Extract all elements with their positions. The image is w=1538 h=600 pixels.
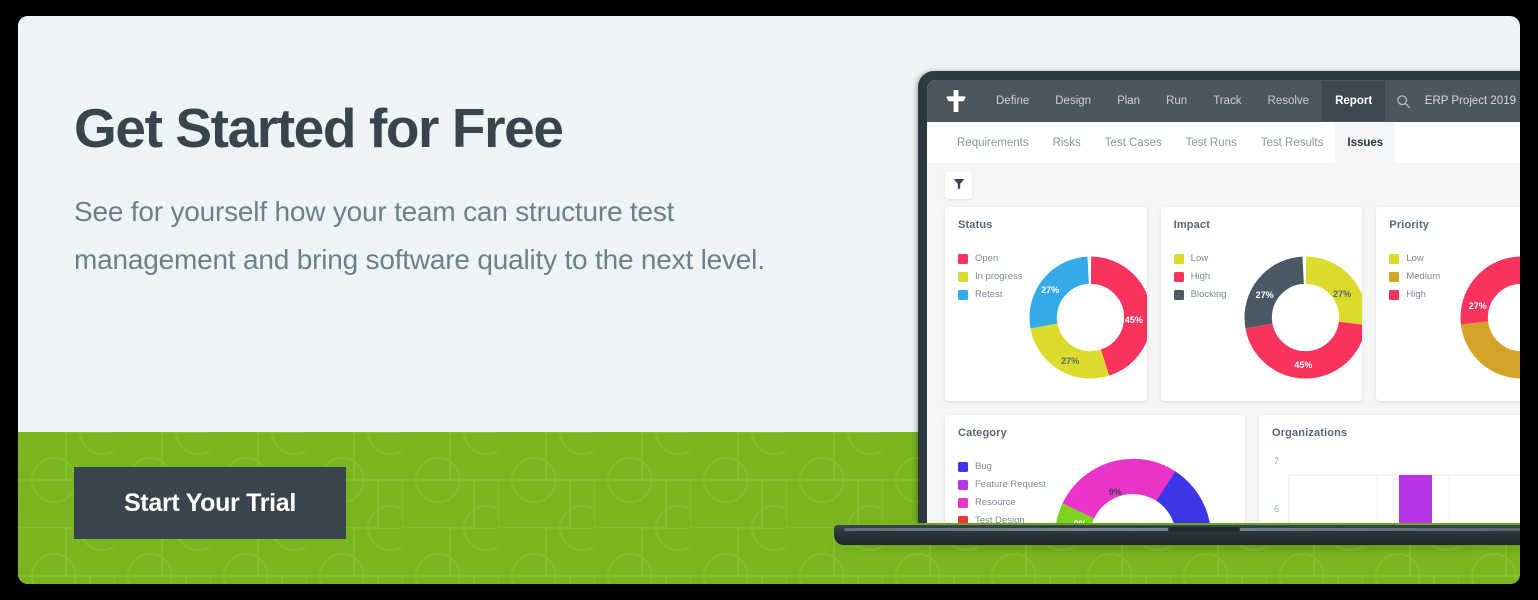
legend-swatch xyxy=(958,515,968,523)
legend-impact: Low High Blocking xyxy=(1161,239,1227,401)
legend-item: Open xyxy=(958,253,1023,264)
donut-chart-priority: 18% 55% 27% xyxy=(1459,255,1520,380)
laptop-mockup: Define Design Plan Run Track Resolve Rep… xyxy=(830,71,1520,571)
project-name-label[interactable]: ERP Project 2019 xyxy=(1425,95,1516,107)
legend-swatch xyxy=(958,461,968,472)
legend-priority: Low Medium High xyxy=(1376,239,1440,401)
subnav-item-risks[interactable]: Risks xyxy=(1041,122,1093,163)
filter-button[interactable] xyxy=(945,171,972,199)
legend-item: Retest xyxy=(958,289,1023,300)
legend-swatch xyxy=(1173,253,1184,264)
app-screen: Define Design Plan Run Track Resolve Rep… xyxy=(927,80,1520,523)
topnav-links: Define Design Plan Run Track Resolve Rep… xyxy=(983,81,1386,121)
topnav-right-group: ERP Project 2019 xyxy=(1396,80,1520,122)
topnav-item-track[interactable]: Track xyxy=(1200,82,1254,120)
legend-swatch xyxy=(1389,289,1400,300)
legend-swatch xyxy=(1173,289,1184,300)
card-title-status: Status xyxy=(958,219,993,231)
legend-item: Bug xyxy=(958,461,1046,472)
laptop-base xyxy=(834,525,1520,545)
y-tick-label: 6 xyxy=(1273,504,1279,514)
start-trial-button[interactable]: Start Your Trial xyxy=(74,467,346,539)
card-title-impact: Impact xyxy=(1173,219,1211,231)
topnav-item-define[interactable]: Define xyxy=(983,82,1042,120)
donut-chart-status: 45% 27% 27% xyxy=(1028,255,1147,380)
page-title: Get Started for Free xyxy=(74,97,564,159)
legend-label: Bug xyxy=(975,461,992,472)
donut-chart-category: 9% 9% xyxy=(1053,457,1213,523)
laptop-base-notch xyxy=(1168,527,1240,532)
legend-item: Resource xyxy=(958,497,1046,508)
legend-item: Blocking xyxy=(1173,289,1227,300)
legend-label: Blocking xyxy=(1190,289,1227,300)
legend-label: Retest xyxy=(975,289,1003,300)
bar-chart-organizations: 7 6 5 xyxy=(1259,447,1520,523)
legend-item: Test Design xyxy=(958,515,1046,523)
legend-label: Open xyxy=(975,253,999,264)
legend-item: Low xyxy=(1173,253,1227,264)
hero-subtitle: See for yourself how your team can struc… xyxy=(74,195,765,276)
legend-label: Test Design xyxy=(975,515,1025,523)
chart-cards-row-2: Category Bug Feature Request Resource Te… xyxy=(927,415,1520,523)
legend-label: Feature Request xyxy=(975,479,1046,490)
legend-item: Medium xyxy=(1389,271,1440,282)
card-status: Status Open In progress Retest 45% 27% 2… xyxy=(945,207,1147,401)
legend-status: Open In progress Retest xyxy=(945,239,1023,401)
subnav-item-test-cases[interactable]: Test Cases xyxy=(1093,122,1174,163)
legend-item: High xyxy=(1389,289,1440,300)
topnav-item-resolve[interactable]: Resolve xyxy=(1255,82,1323,120)
subnav-item-requirements[interactable]: Requirements xyxy=(945,122,1041,163)
filter-icon xyxy=(953,178,965,193)
chart-cards-row-1: Status Open In progress Retest 45% 27% 2… xyxy=(927,207,1520,401)
legend-swatch xyxy=(958,289,968,300)
legend-label: Low xyxy=(1406,253,1424,264)
legend-category: Bug Feature Request Resource Test Design xyxy=(945,447,1046,523)
subnav-item-test-results[interactable]: Test Results xyxy=(1249,122,1336,163)
y-tick-label: 7 xyxy=(1273,456,1279,466)
legend-swatch xyxy=(1389,253,1400,264)
promo-banner: Get Started for Free See for yourself ho… xyxy=(18,16,1520,584)
app-topnav: Define Design Plan Run Track Resolve Rep… xyxy=(927,80,1520,122)
legend-item: Feature Request xyxy=(958,479,1046,490)
legend-label: Medium xyxy=(1406,271,1441,282)
card-title-organizations: Organizations xyxy=(1272,427,1348,439)
legend-swatch xyxy=(958,497,968,508)
topnav-item-report[interactable]: Report xyxy=(1322,81,1386,121)
legend-label: High xyxy=(1190,271,1211,282)
plus-logo-icon[interactable] xyxy=(933,90,979,112)
card-title-category: Category xyxy=(958,427,1007,439)
topnav-item-plan[interactable]: Plan xyxy=(1104,82,1153,120)
laptop-screen-bezel: Define Design Plan Run Track Resolve Rep… xyxy=(918,71,1520,523)
subnav-item-issues[interactable]: Issues xyxy=(1335,122,1396,163)
legend-swatch xyxy=(958,271,968,282)
search-icon[interactable] xyxy=(1396,94,1411,109)
bar-chart-svg xyxy=(1288,474,1520,523)
topnav-item-run[interactable]: Run xyxy=(1153,82,1200,120)
hero-copy: Get Started for Free See for yourself ho… xyxy=(74,97,874,285)
card-organizations: Organizations 7 6 xyxy=(1259,415,1520,523)
legend-item: High xyxy=(1173,271,1227,282)
card-priority: Priority Low Medium High 27% xyxy=(1376,207,1520,401)
legend-swatch xyxy=(1389,271,1400,282)
legend-label: Resource xyxy=(975,497,1016,508)
legend-label: Low xyxy=(1190,253,1209,264)
legend-swatch xyxy=(958,253,968,264)
app-subnav: Requirements Risks Test Cases Test Runs … xyxy=(927,122,1520,163)
legend-label: High xyxy=(1406,289,1426,300)
topnav-item-design[interactable]: Design xyxy=(1042,82,1104,120)
donut-chart-impact: 27% 45% 27% xyxy=(1243,255,1363,380)
legend-label: In progress xyxy=(975,271,1023,282)
subnav-item-test-runs[interactable]: Test Runs xyxy=(1174,122,1249,163)
card-title-priority: Priority xyxy=(1389,219,1430,231)
legend-item: Low xyxy=(1389,253,1440,264)
card-category: Category Bug Feature Request Resource Te… xyxy=(945,415,1245,523)
filter-toolbar xyxy=(927,163,1520,207)
legend-item: In progress xyxy=(958,271,1023,282)
card-impact: Impact Low High Blocking 27% 45% 27% xyxy=(1160,207,1363,401)
legend-swatch xyxy=(1173,271,1184,282)
legend-swatch xyxy=(958,479,968,490)
